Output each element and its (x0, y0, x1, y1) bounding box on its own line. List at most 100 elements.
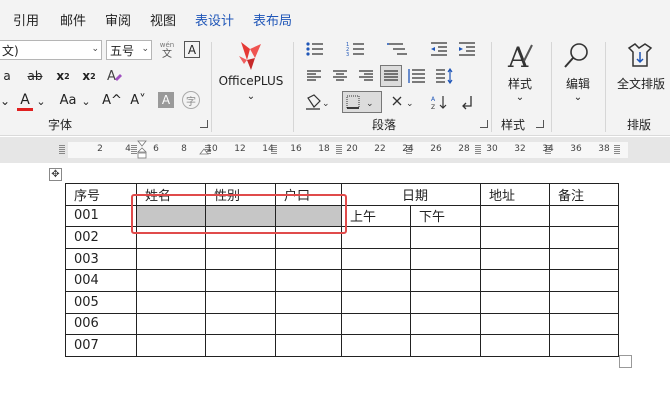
paragraph-dialog-launcher-icon[interactable] (480, 120, 488, 128)
numbering-icon[interactable]: 123 (344, 40, 370, 58)
table-cell[interactable] (410, 290, 481, 314)
header-cell-name[interactable]: 姓名 (136, 183, 206, 206)
index-cell[interactable]: 005 (65, 290, 137, 314)
table-cell[interactable] (136, 312, 206, 336)
align-center-icon[interactable] (329, 66, 351, 86)
officeplus-logo-icon[interactable] (232, 39, 268, 73)
font-family-select[interactable]: 文) ⌄ (0, 40, 102, 60)
increase-indent-icon[interactable] (456, 40, 478, 58)
enclose-characters-button[interactable]: 字 (182, 91, 200, 109)
show-marks-icon[interactable] (456, 92, 478, 112)
line-spacing-icon[interactable] (432, 66, 462, 86)
table-cell[interactable] (480, 226, 550, 249)
font-dialog-launcher-icon[interactable] (200, 120, 208, 128)
table-cell[interactable] (480, 269, 550, 292)
chevron-down-icon[interactable]: ⌄ (36, 92, 46, 110)
character-border-button[interactable]: A (184, 41, 200, 58)
highlight-dropdown-icon[interactable]: ⌄ (0, 92, 10, 110)
index-cell[interactable]: 003 (65, 247, 137, 271)
table-cell[interactable] (410, 312, 481, 336)
styles-dialog-launcher-icon[interactable] (536, 120, 544, 128)
change-case-button[interactable]: Aa (56, 91, 80, 109)
table-cell[interactable] (275, 334, 342, 357)
chevron-down-icon[interactable]: ⌄ (572, 91, 584, 103)
index-cell[interactable]: 006 (65, 312, 137, 336)
align-left-icon[interactable] (303, 66, 325, 86)
table-cell[interactable] (136, 290, 206, 314)
index-cell[interactable]: 002 (65, 226, 137, 249)
header-cell-address[interactable]: 地址 (480, 183, 550, 206)
column-marker[interactable] (336, 144, 342, 154)
table-cell[interactable] (341, 312, 411, 336)
table-cell[interactable] (549, 269, 619, 292)
table-cell[interactable] (275, 312, 342, 336)
table-cell[interactable] (341, 334, 411, 357)
table-cell[interactable] (275, 226, 342, 249)
full-text-layout-icon[interactable] (623, 40, 657, 72)
clear-format-icon[interactable]: a (0, 67, 14, 85)
superscript-icon[interactable]: x2 (80, 67, 98, 85)
table-cell[interactable] (205, 269, 276, 292)
table-cell[interactable] (480, 204, 550, 228)
shading-icon[interactable]: ⌄ (303, 92, 331, 112)
table-cell[interactable] (410, 226, 481, 249)
decrease-indent-icon[interactable] (428, 40, 450, 58)
chevron-down-icon[interactable]: ⌄ (245, 90, 257, 102)
asian-layout-icon[interactable]: ⌄ (388, 92, 418, 112)
table-cell[interactable] (275, 290, 342, 314)
font-color-button[interactable]: A (16, 91, 34, 109)
table-cell[interactable] (205, 334, 276, 357)
tab-references[interactable]: 引用 (13, 10, 39, 29)
selected-cell[interactable] (136, 204, 206, 228)
tab-review[interactable]: 审阅 (105, 10, 131, 29)
table-cell[interactable] (480, 334, 550, 357)
bullets-icon[interactable] (303, 40, 327, 58)
header-cell-hukou[interactable]: 户口 (275, 183, 342, 206)
column-marker[interactable] (59, 144, 65, 154)
header-cell-gender[interactable]: 性别 (205, 183, 276, 206)
table-cell[interactable] (205, 247, 276, 271)
styles-icon[interactable]: A (505, 40, 535, 72)
index-cell[interactable]: 001 (65, 204, 137, 228)
table-cell[interactable] (410, 334, 481, 357)
horizontal-ruler[interactable]: 2 4 6 8 10 12 14 16 18 20 22 24 26 28 30… (0, 137, 670, 163)
header-cell-notes[interactable]: 备注 (549, 183, 619, 206)
tab-mailings[interactable]: 邮件 (60, 10, 86, 29)
full-text-layout-label[interactable]: 全文排版 (612, 75, 670, 92)
table-move-handle-icon[interactable]: ✥ (49, 168, 62, 181)
selected-cell[interactable] (275, 204, 342, 228)
chevron-down-icon[interactable]: ⌄ (81, 92, 91, 110)
sort-icon[interactable]: AZ (428, 92, 450, 112)
table-cell[interactable] (136, 247, 206, 271)
table-cell[interactable] (275, 247, 342, 271)
table-cell[interactable] (480, 312, 550, 336)
grow-font-button[interactable]: A^ (102, 91, 122, 109)
index-cell[interactable]: 004 (65, 269, 137, 292)
table-cell[interactable] (410, 247, 481, 271)
justify-icon[interactable] (380, 65, 402, 87)
font-size-select[interactable]: 五号 ⌄ (106, 40, 152, 60)
table-resize-handle-icon[interactable] (619, 355, 632, 368)
table-cell[interactable] (549, 290, 619, 314)
table-cell[interactable] (205, 312, 276, 336)
table-cell[interactable] (136, 269, 206, 292)
text-effects-icon[interactable]: A (104, 67, 124, 85)
distributed-icon[interactable] (406, 66, 428, 86)
table-cell[interactable] (341, 290, 411, 314)
align-right-icon[interactable] (355, 66, 377, 86)
table-cell[interactable] (341, 247, 411, 271)
table-cell[interactable] (410, 269, 481, 292)
tab-view[interactable]: 视图 (150, 10, 176, 29)
table-cell[interactable] (205, 290, 276, 314)
table-cell[interactable] (549, 226, 619, 249)
character-shading-button[interactable]: A (158, 92, 174, 108)
multilevel-list-icon[interactable] (385, 40, 411, 58)
table-cell[interactable] (480, 290, 550, 314)
table-cell[interactable] (136, 334, 206, 357)
tab-table-layout[interactable]: 表布局 (253, 10, 292, 29)
strikethrough-icon[interactable]: ab (24, 67, 46, 85)
table-cell[interactable] (480, 247, 550, 271)
table-cell[interactable] (341, 269, 411, 292)
table-cell[interactable] (205, 226, 276, 249)
shrink-font-button[interactable]: A˅ (128, 91, 148, 109)
